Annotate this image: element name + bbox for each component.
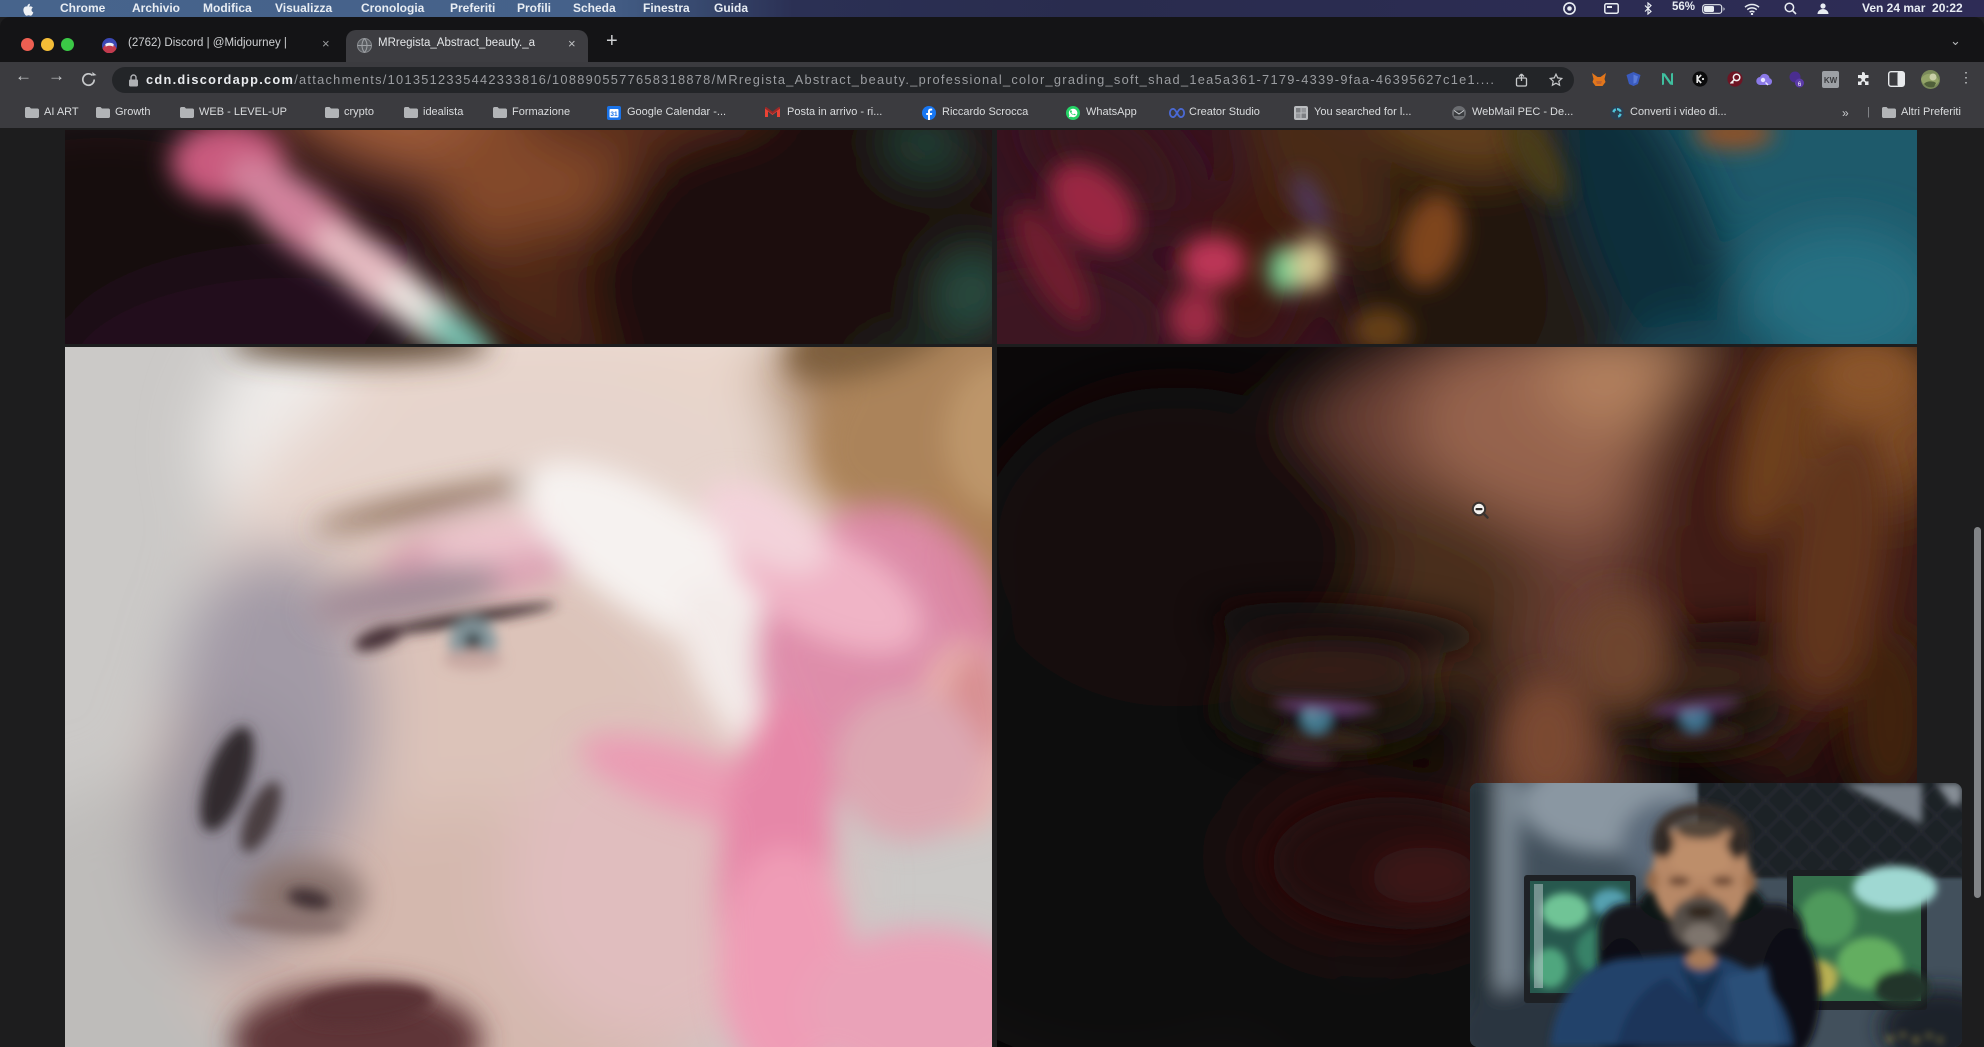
svg-text:KW: KW — [1824, 76, 1838, 85]
svg-text:31: 31 — [610, 111, 618, 118]
